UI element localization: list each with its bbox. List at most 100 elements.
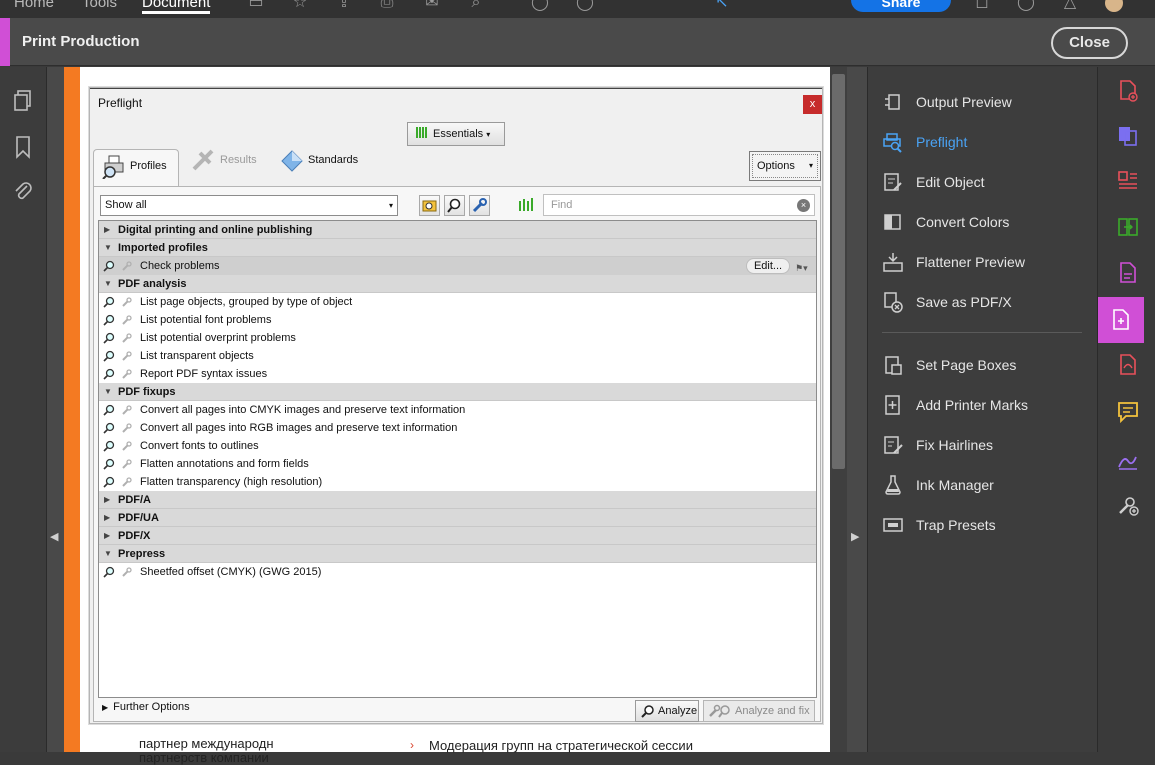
list-group[interactable]: ▼ PDF fixups xyxy=(99,383,816,401)
dialog-close-button[interactable]: x xyxy=(803,95,822,114)
list-item[interactable]: Convert fonts to outlines xyxy=(99,437,816,455)
analyze-and-fix-button[interactable]: Analyze and fix xyxy=(703,700,815,722)
tool-ink-manager[interactable]: Ink Manager xyxy=(882,474,1092,496)
expand-triangle-icon: ▶ xyxy=(104,513,111,522)
avatar[interactable] xyxy=(1105,0,1123,12)
further-options-toggle[interactable]: ▶ Further Options xyxy=(102,701,190,713)
list-group[interactable]: ▼ Imported profiles xyxy=(99,239,816,257)
list-group[interactable]: ▶ PDF/A xyxy=(99,491,816,509)
search-icon[interactable]: ⌕ xyxy=(467,0,485,12)
profile-filter-select[interactable]: Show all ▾ xyxy=(100,195,398,216)
inspect-magnifier-icon xyxy=(103,296,115,308)
organize-pages-icon[interactable] xyxy=(1116,169,1140,193)
collapse-left-panel-icon[interactable]: ◀ xyxy=(50,530,58,543)
collapse-triangle-icon: ▼ xyxy=(104,279,112,288)
tool-output-preview[interactable]: Output Preview xyxy=(882,91,1092,113)
list-item[interactable]: List potential overprint problems xyxy=(99,329,816,347)
bookmarks-icon[interactable] xyxy=(12,135,34,159)
comment-icon[interactable]: ◻ xyxy=(973,0,991,12)
mail-icon[interactable]: ✉ xyxy=(423,0,441,12)
flattener-preview-icon xyxy=(883,253,903,272)
list-item[interactable]: Convert all pages into RGB images and pr… xyxy=(99,419,816,437)
edit-pdf-icon[interactable] xyxy=(1116,261,1140,285)
list-group[interactable]: ▼ Prepress xyxy=(99,545,816,563)
bookmark-star-icon[interactable]: ☆ xyxy=(291,0,309,12)
wrench-icon xyxy=(122,423,132,433)
list-group[interactable]: ▼ PDF analysis xyxy=(99,275,816,293)
fill-and-sign-icon[interactable] xyxy=(1116,447,1140,471)
edit-profile-button[interactable]: Edit... xyxy=(746,258,790,274)
next-page-icon[interactable]: ◯ xyxy=(576,0,594,12)
analyze-button[interactable]: Analyze xyxy=(635,700,699,722)
bar-chart-icon[interactable] xyxy=(516,195,537,216)
tool-fix-hairlines[interactable]: Fix Hairlines xyxy=(882,434,1092,456)
list-item[interactable]: List transparent objects xyxy=(99,347,816,365)
compare-files-icon[interactable] xyxy=(1116,215,1140,239)
tool-preflight[interactable]: Preflight xyxy=(882,131,1092,153)
notifications-bell-icon[interactable]: △ xyxy=(1061,0,1079,12)
tab-tools[interactable]: Tools xyxy=(82,0,117,11)
chevron-down-icon: ▾ xyxy=(808,161,813,170)
tool-edit-object[interactable]: Edit Object xyxy=(882,171,1092,193)
tool-save-as-pdfx[interactable]: Save as PDF/X xyxy=(882,291,1092,313)
list-item[interactable]: Sheetfed offset (CMYK) (GWG 2015) xyxy=(99,563,816,581)
tool-trap-presets[interactable]: Trap Presets xyxy=(882,514,1092,536)
inspect-magnifier-icon xyxy=(103,458,115,470)
list-group[interactable]: ▶ PDF/X xyxy=(99,527,816,545)
wrench-icon xyxy=(122,297,132,307)
tool-header: Print Production Close xyxy=(0,18,1155,66)
tab-standards[interactable]: Standards xyxy=(280,150,358,172)
page-thumbnails-icon[interactable] xyxy=(12,89,34,113)
combine-files-icon[interactable] xyxy=(1116,124,1140,148)
print-icon[interactable]: ⎙ xyxy=(378,0,396,12)
attachments-icon[interactable] xyxy=(12,180,34,204)
list-item[interactable]: Report PDF syntax issues xyxy=(99,365,816,383)
list-item[interactable]: List potential font problems xyxy=(99,311,816,329)
comment-icon[interactable] xyxy=(1116,400,1140,424)
ink-manager-icon xyxy=(885,475,901,495)
create-pdf-icon[interactable] xyxy=(1116,79,1140,103)
export-pdf-icon[interactable] xyxy=(1116,353,1140,377)
more-tools-icon[interactable] xyxy=(1116,493,1140,517)
profiles-list: ▶ Digital printing and online publishing … xyxy=(98,220,817,698)
list-item[interactable]: Flatten annotations and form fields xyxy=(99,455,816,473)
tool-flattener-preview[interactable]: Flattener Preview xyxy=(882,251,1092,273)
tab-profiles[interactable]: Profiles xyxy=(93,149,179,186)
tool-set-page-boxes[interactable]: Set Page Boxes xyxy=(882,354,1092,376)
tool-convert-colors[interactable]: Convert Colors xyxy=(882,211,1092,233)
list-item[interactable]: Convert all pages into CMYK images and p… xyxy=(99,401,816,419)
print-production-selected[interactable] xyxy=(1098,297,1144,343)
tab-home[interactable]: Home xyxy=(14,0,54,11)
list-group[interactable]: ▶ Digital printing and online publishing xyxy=(99,221,816,239)
list-item[interactable]: Flatten transparency (high resolution) xyxy=(99,473,816,491)
tool-add-printer-marks[interactable]: Add Printer Marks xyxy=(882,394,1092,416)
list-item[interactable]: List page objects, grouped by type of ob… xyxy=(99,293,816,311)
select-cursor-icon[interactable]: ↖ xyxy=(713,0,731,12)
essentials-dropdown[interactable]: Essentials ▾ xyxy=(407,122,505,146)
close-tool-button[interactable]: Close xyxy=(1051,27,1128,59)
search-profiles-icon[interactable] xyxy=(444,195,465,216)
save-icon[interactable]: ▭ xyxy=(247,0,265,12)
tab-results[interactable]: Results xyxy=(190,149,257,171)
tab-document[interactable]: Document xyxy=(142,0,211,14)
find-input[interactable]: Find × xyxy=(543,194,815,216)
list-group[interactable]: ▶ PDF/UA xyxy=(99,509,816,527)
list-item[interactable]: Check problems Edit... ⚑▾ xyxy=(99,257,816,275)
upload-icon[interactable]: ⇪ xyxy=(335,0,353,12)
chevron-right-icon: › xyxy=(410,738,414,752)
previous-page-icon[interactable]: ◯ xyxy=(531,0,549,12)
chevron-down-icon: ▾ xyxy=(486,130,491,139)
clear-search-icon[interactable]: × xyxy=(797,199,810,212)
wrench-magnifier-icon xyxy=(709,704,730,718)
profile-library-icon[interactable] xyxy=(419,195,440,216)
scrollbar-thumb[interactable] xyxy=(832,74,845,469)
help-icon[interactable]: ◯ xyxy=(1017,0,1035,12)
left-navigation-rail xyxy=(0,67,47,752)
wrench-icon xyxy=(122,459,132,469)
inspect-magnifier-icon xyxy=(103,422,115,434)
save-pdfx-icon xyxy=(884,292,903,313)
fixups-wrench-icon[interactable] xyxy=(469,195,490,216)
collapse-right-panel-icon[interactable]: ▶ xyxy=(851,530,859,543)
options-button[interactable]: Options ▾ xyxy=(749,151,821,181)
share-button[interactable]: Share xyxy=(851,0,951,12)
